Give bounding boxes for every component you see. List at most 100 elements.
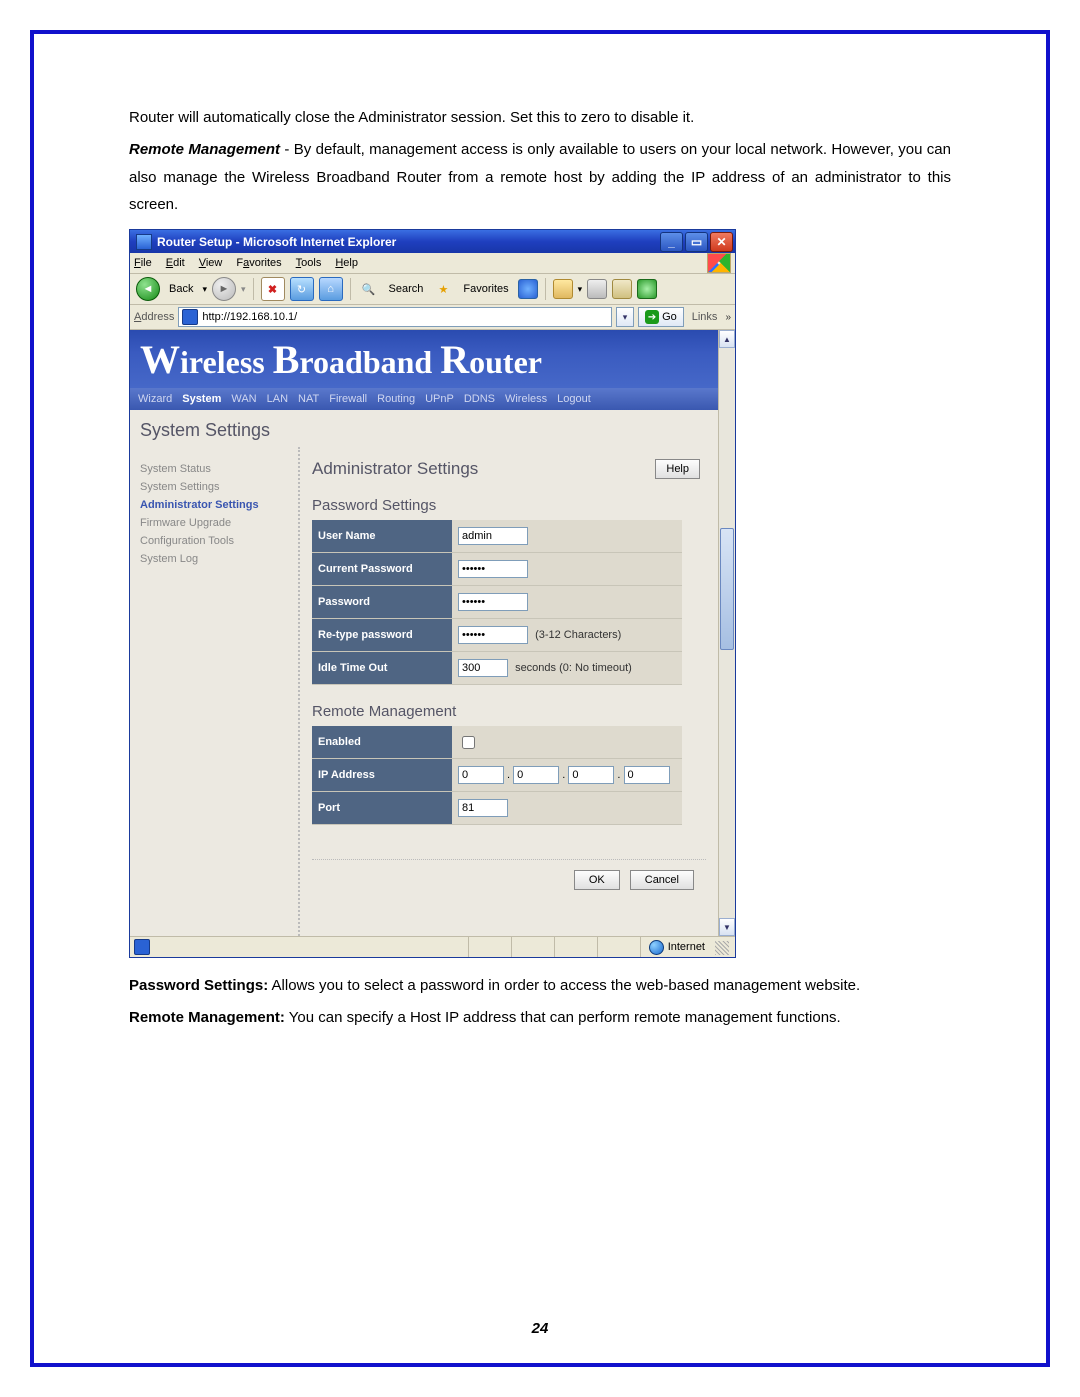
content-area: Wireless Broadband Router Wizard System …: [130, 330, 735, 936]
sidebar-item-settings[interactable]: System Settings: [140, 481, 292, 493]
scroll-up-icon[interactable]: ▲: [719, 330, 735, 348]
windows-logo-icon: [707, 253, 731, 273]
links-label[interactable]: Links: [688, 311, 722, 323]
messenger-icon[interactable]: [637, 279, 657, 299]
history-icon[interactable]: [553, 279, 573, 299]
back-dropdown-icon[interactable]: ▾: [202, 284, 207, 295]
nav-wan[interactable]: WAN: [231, 393, 256, 405]
ok-button[interactable]: OK: [574, 870, 620, 890]
ip-octet-3[interactable]: [568, 766, 614, 784]
forward-button[interactable]: ►: [212, 277, 236, 301]
ip-address-label: IP Address: [312, 759, 452, 792]
sidebar-item-admin[interactable]: Administrator Settings: [140, 499, 292, 511]
forward-dropdown-icon[interactable]: ▾: [241, 284, 246, 295]
nav-routing[interactable]: Routing: [377, 393, 415, 405]
search-label[interactable]: Search: [385, 283, 428, 295]
favorites-icon[interactable]: ★: [432, 278, 454, 300]
nav-wizard[interactable]: Wizard: [138, 393, 172, 405]
print-icon[interactable]: [587, 279, 607, 299]
password-input[interactable]: [458, 593, 528, 611]
mail-icon[interactable]: [612, 279, 632, 299]
nav-firewall[interactable]: Firewall: [329, 393, 367, 405]
links-chevron-icon[interactable]: »: [725, 312, 731, 323]
password-settings-label: Password Settings:: [129, 977, 268, 994]
zone-label: Internet: [668, 941, 705, 953]
retype-hint: (3-12 Characters): [535, 629, 621, 641]
cancel-button[interactable]: Cancel: [630, 870, 694, 890]
close-button[interactable]: ✕: [710, 232, 733, 252]
address-input[interactable]: http://192.168.10.1/: [178, 307, 612, 327]
current-password-input[interactable]: [458, 560, 528, 578]
router-content: Help Administrator Settings Password Set…: [300, 447, 718, 936]
page-title: System Settings: [130, 410, 718, 447]
vertical-scrollbar[interactable]: ▲ ▼: [718, 330, 735, 936]
doc-text: Password Settings: Allows you to select …: [129, 972, 951, 1000]
menu-favorites[interactable]: Favorites: [236, 257, 281, 269]
port-label: Port: [312, 792, 452, 825]
sidebar-item-config[interactable]: Configuration Tools: [140, 535, 292, 547]
router-banner: Wireless Broadband Router: [130, 330, 718, 388]
user-name-input[interactable]: [458, 527, 528, 545]
menu-help[interactable]: Help: [335, 257, 358, 269]
search-icon[interactable]: 🔍: [358, 278, 380, 300]
nav-lan[interactable]: LAN: [267, 393, 288, 405]
favorites-label[interactable]: Favorites: [459, 283, 512, 295]
password-settings-title: Password Settings: [312, 497, 706, 514]
stop-button[interactable]: ✖: [261, 277, 285, 301]
port-input[interactable]: [458, 799, 508, 817]
status-ie-icon: [134, 939, 150, 955]
action-row: OK Cancel: [312, 859, 706, 890]
remote-management-title: Remote Management: [312, 703, 706, 720]
scroll-down-icon[interactable]: ▼: [719, 918, 735, 936]
go-button[interactable]: ➔ Go: [638, 307, 684, 327]
toolbar: ◄ Back ▾ ► ▾ ✖ ↻ ⌂ 🔍 Search ★ Favorites …: [130, 274, 735, 305]
refresh-button[interactable]: ↻: [290, 277, 314, 301]
nav-system[interactable]: System: [182, 393, 221, 405]
resize-grip-icon[interactable]: [715, 941, 729, 955]
menu-edit[interactable]: Edit: [166, 257, 185, 269]
idle-timeout-label: Idle Time Out: [312, 652, 452, 685]
menu-tools[interactable]: Tools: [296, 257, 322, 269]
menubar: File Edit View Favorites Tools Help: [130, 253, 735, 274]
ip-octet-4[interactable]: [624, 766, 670, 784]
doc-text: Remote Management - By default, manageme…: [129, 136, 951, 219]
home-button[interactable]: ⌂: [319, 277, 343, 301]
statusbar: Internet: [130, 936, 735, 957]
idle-hint: seconds (0: No timeout): [515, 662, 632, 674]
back-label[interactable]: Back: [165, 283, 197, 295]
nav-wireless[interactable]: Wireless: [505, 393, 547, 405]
minimize-button[interactable]: _: [660, 232, 683, 252]
go-arrow-icon: ➔: [645, 310, 659, 324]
remote-mgmt-label-2: Remote Management:: [129, 1009, 285, 1026]
remote-management-table: Enabled IP Address . . .: [312, 726, 682, 825]
user-name-label: User Name: [312, 520, 452, 553]
history-dropdown-icon[interactable]: ▾: [578, 284, 583, 295]
maximize-button[interactable]: ▭: [685, 232, 708, 252]
nav-nat[interactable]: NAT: [298, 393, 319, 405]
retype-password-label: Re-type password: [312, 619, 452, 652]
nav-upnp[interactable]: UPnP: [425, 393, 454, 405]
help-button[interactable]: Help: [655, 459, 700, 479]
scroll-thumb[interactable]: [720, 528, 734, 650]
sidebar-item-firmware[interactable]: Firmware Upgrade: [140, 517, 292, 529]
sidebar-item-syslog[interactable]: System Log: [140, 553, 292, 565]
sidebar: System Status System Settings Administra…: [130, 447, 300, 936]
security-zone: Internet: [640, 937, 713, 957]
sidebar-item-status[interactable]: System Status: [140, 463, 292, 475]
ip-octet-2[interactable]: [513, 766, 559, 784]
router-main: System Status System Settings Administra…: [130, 447, 718, 936]
ip-octet-1[interactable]: [458, 766, 504, 784]
nav-ddns[interactable]: DDNS: [464, 393, 495, 405]
retype-password-input[interactable]: [458, 626, 528, 644]
enabled-checkbox[interactable]: [462, 736, 475, 749]
doc-text: Router will automatically close the Admi…: [129, 104, 951, 132]
media-icon[interactable]: [518, 279, 538, 299]
menu-view[interactable]: View: [199, 257, 223, 269]
back-button[interactable]: ◄: [136, 277, 160, 301]
nav-logout[interactable]: Logout: [557, 393, 591, 405]
current-password-label: Current Password: [312, 553, 452, 586]
idle-timeout-input[interactable]: [458, 659, 508, 677]
menu-file[interactable]: File: [134, 257, 152, 269]
section-title: Administrator Settings: [312, 459, 706, 479]
address-dropdown-icon[interactable]: ▾: [616, 307, 634, 327]
